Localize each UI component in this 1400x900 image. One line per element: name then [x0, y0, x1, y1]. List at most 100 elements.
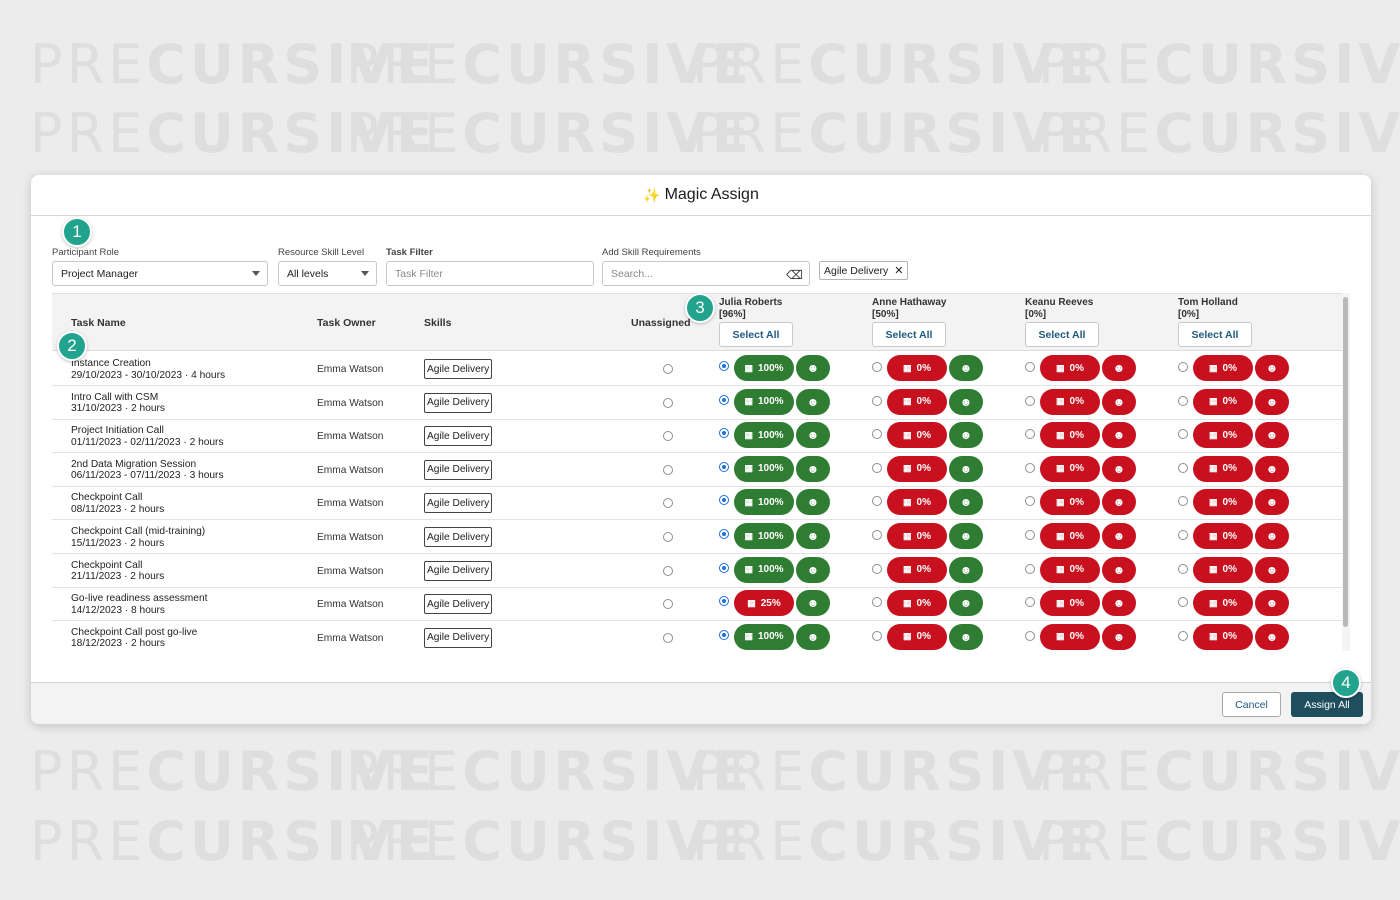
availability-pill: ▦ 0%	[1040, 523, 1100, 549]
availability-value: 0%	[916, 530, 931, 542]
unassigned-radio[interactable]	[663, 498, 673, 509]
assign-radio[interactable]	[1025, 563, 1035, 574]
assign-radio[interactable]	[1178, 630, 1188, 641]
skill-head-icon: ☻	[1265, 596, 1279, 611]
assign-radio[interactable]	[1025, 462, 1035, 473]
assign-radio[interactable]	[872, 563, 882, 574]
skill-match-pill: ☻	[1102, 489, 1136, 516]
calendar-icon: ▦	[1209, 463, 1218, 474]
select-all-button[interactable]: Select All	[719, 322, 793, 347]
calendar-icon: ▦	[1209, 429, 1218, 440]
skill-head-icon: ☻	[806, 394, 820, 409]
assign-radio[interactable]	[719, 495, 729, 506]
assign-radio[interactable]	[1178, 597, 1188, 608]
skill-match-pill: ☻	[1255, 388, 1289, 415]
assign-radio[interactable]	[1178, 563, 1188, 574]
assign-radio[interactable]	[1025, 530, 1035, 540]
task-dates: 31/10/2023 · 2 hours	[71, 403, 166, 415]
assign-radio[interactable]	[719, 629, 729, 640]
watermark-light: PRE	[30, 745, 147, 799]
assign-radio[interactable]	[1025, 395, 1035, 406]
assign-radio[interactable]	[719, 529, 729, 539]
availability-value: 100%	[757, 530, 784, 542]
clear-search-icon[interactable]: ⌫	[786, 268, 803, 282]
unassigned-radio[interactable]	[663, 599, 673, 610]
unassigned-radio[interactable]	[663, 364, 673, 374]
assign-radio[interactable]	[1178, 429, 1188, 440]
grid-scrollbar[interactable]	[1342, 293, 1350, 651]
task-owner: Emma Watson	[317, 599, 384, 611]
assign-radio[interactable]	[872, 429, 882, 440]
assign-radio[interactable]	[1178, 530, 1188, 540]
skill-head-icon: ☻	[1112, 428, 1126, 443]
cancel-button[interactable]: Cancel	[1222, 692, 1281, 717]
task-filter-input[interactable]: Task Filter	[386, 261, 594, 286]
assign-radio[interactable]	[872, 530, 882, 540]
unassigned-radio[interactable]	[663, 397, 673, 408]
assign-radio[interactable]	[872, 462, 882, 473]
unassigned-radio[interactable]	[663, 632, 673, 643]
close-icon[interactable]: ✕	[894, 264, 903, 277]
resource-name: Tom Holland	[1178, 297, 1238, 308]
skill-head-icon: ☻	[806, 495, 820, 510]
unassigned-radio[interactable]	[663, 565, 673, 576]
assign-radio[interactable]	[1025, 362, 1035, 372]
watermark-light: PRE	[30, 815, 147, 869]
assign-radio[interactable]	[1178, 395, 1188, 406]
skill-match-pill: ☻	[1102, 355, 1136, 381]
assign-radio[interactable]	[1178, 496, 1188, 507]
skill-match-pill: ☻	[1102, 623, 1136, 650]
select-all-button[interactable]: Select All	[1178, 322, 1252, 347]
assign-radio[interactable]	[1178, 362, 1188, 372]
watermark-light: PRE	[692, 745, 809, 799]
assign-radio[interactable]	[872, 630, 882, 641]
calendar-icon: ▦	[1209, 362, 1218, 373]
availability-pill: ▦ 0%	[1193, 455, 1253, 482]
watermark-bold: CURSIVE	[1154, 38, 1400, 92]
watermark-light: PRE	[692, 107, 809, 161]
assign-radio[interactable]	[1025, 597, 1035, 608]
assign-radio[interactable]	[1025, 496, 1035, 507]
skill-head-icon: ☻	[959, 596, 973, 611]
modal-header: ✨ Magic Assign	[31, 175, 1371, 216]
assign-radio[interactable]	[719, 596, 729, 607]
assign-radio[interactable]	[1025, 630, 1035, 641]
participant-role-value: Project Manager	[61, 267, 139, 280]
resource-name: Keanu Reeves	[1025, 297, 1094, 308]
skill-match-pill: ☻	[949, 355, 983, 381]
resource-name: Anne Hathaway	[872, 297, 947, 308]
task-name: Checkpoint Call (mid-training)	[71, 526, 206, 537]
assign-radio[interactable]	[719, 394, 729, 405]
skill-match-pill: ☻	[1102, 556, 1136, 583]
watermark-light: PRE	[346, 107, 463, 161]
scroll-thumb[interactable]	[1343, 297, 1348, 627]
assign-radio[interactable]	[872, 496, 882, 507]
assign-radio[interactable]	[872, 362, 882, 372]
skill-search-input[interactable]: Search... ⌫	[602, 261, 810, 286]
assign-radio[interactable]	[1025, 429, 1035, 440]
availability-pill: ▦ 0%	[1193, 388, 1253, 415]
participant-role-select[interactable]: Project Manager	[52, 261, 268, 286]
assign-radio[interactable]	[719, 361, 729, 371]
assign-radio[interactable]	[872, 597, 882, 608]
assign-radio[interactable]	[1178, 462, 1188, 473]
assign-radio[interactable]	[872, 395, 882, 406]
watermark-light: PRE	[692, 815, 809, 869]
unassigned-radio[interactable]	[663, 431, 673, 442]
skill-chip-label: Agile Delivery	[824, 264, 889, 277]
assign-radio[interactable]	[719, 461, 729, 472]
unassigned-radio[interactable]	[663, 532, 673, 542]
unassigned-radio[interactable]	[663, 464, 673, 475]
calendar-icon: ▦	[1056, 362, 1065, 373]
calendar-icon: ▦	[744, 463, 753, 474]
assign-radio[interactable]	[719, 562, 729, 573]
skill-head-icon: ☻	[1265, 529, 1279, 543]
skill-level-select[interactable]: All levels	[278, 261, 377, 286]
select-all-button[interactable]: Select All	[872, 322, 946, 347]
skill-match-pill: ☻	[1255, 355, 1289, 381]
skill-match-pill: ☻	[949, 556, 983, 583]
assign-radio[interactable]	[719, 428, 729, 439]
task-owner: Emma Watson	[317, 431, 384, 443]
select-all-button[interactable]: Select All	[1025, 322, 1099, 347]
availability-value: 0%	[1069, 631, 1084, 643]
